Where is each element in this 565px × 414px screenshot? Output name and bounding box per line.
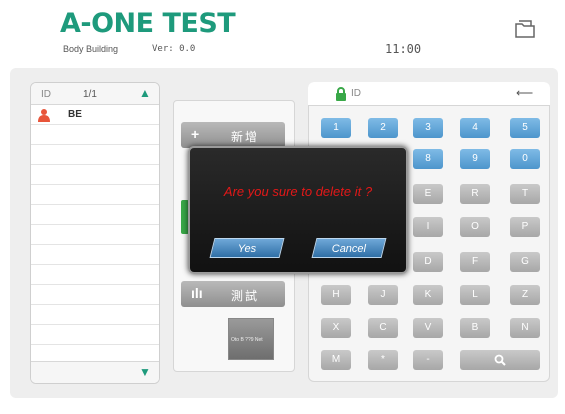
key-v[interactable]: V: [413, 318, 443, 338]
list-item[interactable]: [31, 125, 159, 145]
key-h[interactable]: H: [321, 285, 351, 305]
list-item[interactable]: [31, 225, 159, 245]
key-c[interactable]: C: [368, 318, 398, 338]
key-k[interactable]: K: [413, 285, 443, 305]
list-item[interactable]: [31, 145, 159, 165]
user-list: ID 1/1 ▲ BE ▼: [30, 82, 160, 384]
user-icon: [38, 109, 50, 122]
device-thumbnail[interactable]: Oto B ??9 Net: [228, 318, 274, 360]
user-name: BE: [68, 109, 82, 120]
cancel-label: Cancel: [331, 243, 366, 255]
brand-subtitle: Body Building: [63, 44, 119, 54]
key-e[interactable]: E: [413, 184, 443, 204]
key-5[interactable]: 5: [510, 118, 540, 138]
page-indicator: 1/1: [83, 89, 97, 100]
bar-chart-icon: ılı: [191, 285, 203, 301]
key-1[interactable]: 1: [321, 118, 351, 138]
clock: 11:00: [385, 42, 422, 56]
key-o[interactable]: O: [460, 217, 490, 237]
list-item[interactable]: [31, 185, 159, 205]
backspace-arrow-icon[interactable]: ⟵: [516, 86, 533, 100]
id-input-label: ID: [351, 88, 361, 99]
key-j[interactable]: J: [368, 285, 398, 305]
key-dash[interactable]: -: [413, 350, 443, 370]
search-icon: [494, 354, 506, 366]
list-item[interactable]: BE: [31, 105, 159, 125]
list-item[interactable]: [31, 285, 159, 305]
folder-icon[interactable]: [514, 19, 536, 39]
plus-icon: +: [191, 126, 200, 142]
key-i[interactable]: I: [413, 217, 443, 237]
yes-button[interactable]: Yes: [209, 238, 285, 258]
key-3[interactable]: 3: [413, 118, 443, 138]
thumbnail-label: Oto B ??9 Net: [231, 337, 263, 343]
header: A-ONE TEST Body Building Ver: 0.0 11:00: [0, 0, 565, 62]
chevron-up-icon[interactable]: ▲: [139, 86, 151, 100]
search-button[interactable]: [460, 350, 540, 370]
key-2[interactable]: 2: [368, 118, 398, 138]
list-item[interactable]: [31, 165, 159, 185]
key-z[interactable]: Z: [510, 285, 540, 305]
key-m[interactable]: M: [321, 350, 351, 370]
list-item[interactable]: [31, 305, 159, 325]
key-0[interactable]: 0: [510, 149, 540, 169]
key-p[interactable]: P: [510, 217, 540, 237]
key-d[interactable]: D: [413, 252, 443, 272]
key-t[interactable]: T: [510, 184, 540, 204]
lock-icon: [336, 87, 346, 101]
list-id-label: ID: [41, 89, 51, 100]
key-9[interactable]: 9: [460, 149, 490, 169]
list-header: ID 1/1 ▲: [31, 83, 159, 105]
key-g[interactable]: G: [510, 252, 540, 272]
test-button[interactable]: ılı 測試: [181, 281, 285, 307]
key-l[interactable]: L: [460, 285, 490, 305]
list-item[interactable]: [31, 265, 159, 285]
key-asterisk[interactable]: *: [368, 350, 398, 370]
version-label: Ver: 0.0: [152, 44, 196, 54]
chevron-down-icon[interactable]: ▼: [139, 365, 151, 379]
key-b[interactable]: B: [460, 318, 490, 338]
test-label: 測試: [231, 289, 260, 303]
list-footer: ▼: [31, 361, 159, 383]
add-label: 新增: [231, 130, 260, 144]
cancel-button[interactable]: Cancel: [311, 238, 387, 258]
key-n[interactable]: N: [510, 318, 540, 338]
key-x[interactable]: X: [321, 318, 351, 338]
key-4[interactable]: 4: [460, 118, 490, 138]
confirm-delete-dialog: Are you sure to delete it ? Yes Cancel: [188, 146, 408, 274]
list-item[interactable]: [31, 245, 159, 265]
list-item[interactable]: [31, 325, 159, 345]
key-8[interactable]: 8: [413, 149, 443, 169]
brand-title: A-ONE TEST: [60, 8, 236, 39]
list-item[interactable]: [31, 205, 159, 225]
add-button[interactable]: + 新增: [181, 122, 285, 148]
yes-label: Yes: [237, 243, 256, 255]
key-f[interactable]: F: [460, 252, 490, 272]
key-r[interactable]: R: [460, 184, 490, 204]
dialog-message: Are you sure to delete it ?: [223, 184, 373, 199]
